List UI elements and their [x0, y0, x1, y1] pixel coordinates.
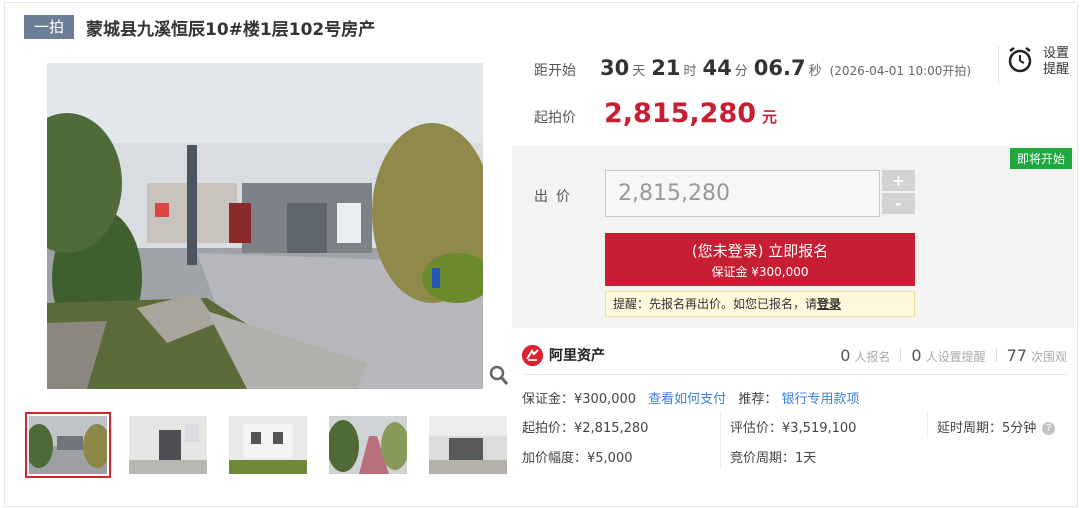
start-price-value: 2,815,280 — [604, 98, 757, 129]
bid-panel: 即将开始 出价 2,815,280 + - (您未登录) 立即报名 保证金 ¥3… — [512, 146, 1074, 328]
countdown-label: 距开始 — [534, 63, 576, 79]
set-reminder-label: 设置提醒 — [1043, 46, 1070, 77]
how-to-pay-link[interactable]: 查看如何支付 — [648, 392, 726, 407]
delay-period-text: 延时周期：5分钟 — [937, 421, 1037, 436]
views-count: 77 — [1006, 345, 1027, 365]
reminders-count: 0 — [911, 345, 922, 365]
column-divider — [720, 412, 721, 468]
detail-bid-period: 竞价周期：1天 — [730, 451, 817, 466]
zoom-magnifier-icon[interactable] — [489, 365, 509, 387]
signup-button-label: (您未登录) 立即报名 — [691, 242, 829, 260]
thumbnail-2[interactable] — [129, 416, 207, 474]
signup-now-button[interactable]: (您未登录) 立即报名 保证金 ¥300,000 — [605, 233, 915, 286]
platform-logo[interactable]: 阿里资产 — [522, 344, 605, 366]
bid-amount-input[interactable]: 2,815,280 — [605, 170, 880, 217]
recommend-label: 推荐： — [738, 392, 778, 407]
thumbnail-3[interactable] — [229, 416, 307, 474]
status-badge: 即将开始 — [1009, 148, 1072, 169]
divider — [522, 374, 1067, 375]
countdown-seconds-unit: 秒 — [808, 64, 822, 79]
auction-stats: 0 人报名 0 人设置提醒 77 次围观 — [840, 346, 1067, 365]
signups-label: 人报名 — [854, 349, 891, 364]
countdown-minutes: 44 — [702, 56, 732, 80]
start-price-unit: 元 — [762, 108, 778, 126]
thumbnail-4[interactable] — [329, 416, 407, 474]
views-label: 次围观 — [1030, 349, 1067, 364]
detail-increment: 加价幅度：¥5,000 — [522, 451, 633, 466]
platform-name: 阿里资产 — [549, 348, 605, 364]
bid-label: 出价 — [534, 189, 578, 205]
ali-assets-logo-icon — [522, 344, 543, 366]
decrease-bid-button[interactable]: - — [882, 193, 915, 214]
auction-round-tag: 一拍 — [24, 15, 75, 39]
platform-stats-row: 阿里资产 0 人报名 0 人设置提醒 77 次围观 — [522, 340, 1067, 370]
start-price-row: 起拍价 2,815,280 元 — [534, 98, 777, 129]
page-title: 蒙城县九溪恒辰10#楼1层102号房产 — [86, 19, 376, 40]
countdown-days: 30 — [600, 56, 630, 80]
signup-deposit-label: 保证金 ¥300,000 — [711, 265, 809, 279]
detail-appraisal-price: 评估价：¥3,519,100 — [730, 421, 857, 436]
bank-payment-link[interactable]: 银行专用款项 — [781, 392, 859, 407]
detail-start-price: 起拍价：¥2,815,280 — [522, 421, 649, 436]
signups-count: 0 — [840, 345, 851, 365]
stats-divider — [995, 348, 997, 362]
main-photo-scene — [47, 63, 483, 389]
help-icon[interactable]: ? — [1042, 422, 1056, 435]
set-reminder-button[interactable]: 设置提醒 — [999, 46, 1071, 78]
thumbnail-5[interactable] — [429, 416, 507, 474]
countdown-days-unit: 天 — [632, 64, 646, 79]
signup-tip-text: 提醒：先报名再出价。如您已报名，请 — [613, 297, 818, 311]
main-property-photo[interactable] — [47, 63, 483, 389]
reminders-label: 人设置提醒 — [925, 349, 986, 364]
countdown-minutes-unit: 分 — [734, 64, 748, 79]
deposit-value: 保证金：¥300,000 — [522, 392, 637, 407]
login-link[interactable]: 登录 — [817, 297, 841, 311]
start-time-note: (2026-04-01 10:00开拍) — [829, 64, 972, 78]
signup-tip: 提醒：先报名再出价。如您已报名，请登录 — [605, 291, 915, 317]
detail-delay-period: 延时周期：5分钟? — [937, 417, 1056, 436]
increase-bid-button[interactable]: + — [882, 170, 915, 191]
alarm-clock-icon — [1007, 46, 1033, 78]
thumbnail-1[interactable] — [25, 412, 111, 478]
countdown-row: 距开始 30 天 21 时 44 分 06.7 秒 (2026-04-01 10… — [534, 56, 971, 86]
title-row: 一拍 蒙城县九溪恒辰10#楼1层102号房产 — [24, 14, 375, 40]
deposit-info: 保证金：¥300,000 查看如何支付 推荐： 银行专用款项 — [522, 388, 860, 407]
stats-divider — [900, 348, 902, 362]
countdown-hours-unit: 时 — [683, 64, 697, 79]
column-divider — [927, 412, 928, 438]
start-price-label: 起拍价 — [534, 110, 576, 126]
countdown-hours: 21 — [651, 56, 681, 80]
countdown-seconds: 06.7 — [753, 56, 806, 80]
